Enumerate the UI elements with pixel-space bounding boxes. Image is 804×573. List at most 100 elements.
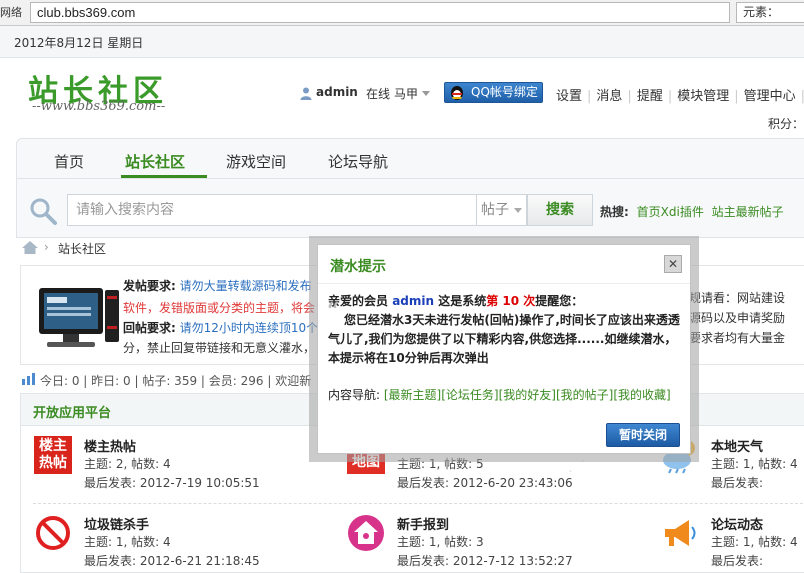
reply-requirement-line: 回帖要求: 请勿12小时内连续顶10个	[123, 319, 318, 337]
app-last-post: 最后发表:	[711, 554, 764, 568]
app-name[interactable]: 本地天气	[711, 436, 763, 455]
site-header: 站长社区 --www.bbs369.com-- admin 在线 马甲 QQ帐号…	[0, 58, 804, 138]
reply-requirement-label: 回帖要求:	[123, 321, 176, 335]
app-name[interactable]: 新手报到	[397, 514, 449, 533]
newbie-house-icon	[348, 515, 384, 551]
app-meta: 主题: 1, 帖数: 4	[711, 457, 798, 471]
online-status: 在线	[366, 87, 391, 101]
app-last-post: 最后发表:	[711, 476, 764, 490]
app-item[interactable]: 论坛动态 主题: 1, 帖数: 4 最后发表:	[661, 514, 804, 573]
app-last-post: 最后发表: 2012-7-19 10:05:51	[84, 476, 260, 490]
dialog-divider	[318, 283, 690, 284]
app-platform-title[interactable]: 开放应用平台	[33, 402, 111, 421]
qq-penguin-icon	[451, 86, 463, 100]
post-requirement-line: 发帖要求: 请勿大量转载源码和发布	[123, 277, 312, 295]
score-label: 积分：	[768, 117, 804, 131]
app-name[interactable]: 楼主热帖	[84, 436, 136, 455]
my-friends-link[interactable]: [我的好友]	[499, 388, 556, 402]
username-link[interactable]: admin	[316, 85, 358, 99]
app-name[interactable]: 论坛动态	[711, 514, 763, 533]
app-item[interactable]: 楼主热帖 楼主热帖 主题: 2, 帖数: 4 最后发表: 2012-7-19 1…	[34, 436, 284, 496]
qq-bind-label: QQ帐号绑定	[471, 85, 538, 99]
post-requirement-red: 软件	[123, 301, 148, 315]
greeting-middle: 这是系统	[434, 294, 487, 308]
browser-toolbar: 网络 club.bbs369.com 元素：	[0, 0, 804, 26]
stats-text: 今日: 0 | 昨日: 0 | 帖子: 359 | 会员: 296 | 欢迎新	[40, 374, 312, 388]
hot-search-label: 热搜:	[600, 205, 629, 219]
app-last-post: 最后发表: 2012-6-21 21:18:45	[84, 554, 260, 568]
quote-mark-icon: “	[326, 298, 340, 328]
address-bar[interactable]: club.bbs369.com	[30, 2, 730, 23]
current-date: 2012年8月12日 星期日	[14, 36, 144, 50]
app-meta: 主题: 1, 帖数: 4	[84, 535, 171, 549]
dialog-greeting: 亲爱的会员 admin 这是系统第 10 次提醒您：	[328, 292, 684, 311]
hot-post-icon: 楼主热帖	[34, 436, 72, 474]
app-name[interactable]: 垃圾链杀手	[84, 514, 149, 533]
post-requirement-red2: ，发错版面或分类的主题，将会	[147, 301, 316, 315]
reminder-count: 第 10 次	[486, 294, 536, 308]
temporary-close-button[interactable]: 暂时关闭	[606, 423, 680, 447]
megaphone-icon	[665, 520, 696, 546]
reminders-link[interactable]: 提醒	[637, 89, 663, 104]
elements-tab-label[interactable]: 元素：	[736, 2, 804, 23]
search-input[interactable]: 请输入搜索内容	[67, 194, 477, 226]
post-requirement-text[interactable]: 请勿大量转载源码和发布	[180, 279, 312, 293]
top-links: 设置|消息|提醒|模块管理|管理中心|自	[556, 89, 804, 104]
date-bar: 2012年8月12日 星期日	[0, 26, 804, 58]
settings-link[interactable]: 设置	[556, 89, 582, 104]
content-nav-label: 内容导航:	[328, 388, 381, 402]
tab-forum-nav[interactable]: 论坛导航	[328, 151, 388, 172]
tab-home[interactable]: 首页	[54, 151, 84, 172]
my-posts-link[interactable]: [我的帖子]	[556, 388, 613, 402]
dialog-message: 您已经潜水3天未进行发帖(回帖)操作了,时间长了应该出来透透气儿了,我们为您提供…	[328, 313, 680, 365]
latest-topics-link[interactable]: [最新主题]	[384, 388, 441, 402]
reply-requirement-line2: 分，禁止回复带链接和无意义灌水，	[123, 341, 316, 355]
search-icon	[30, 198, 57, 225]
reply-requirement-text[interactable]: 请勿12小时内连续顶10个	[180, 321, 319, 335]
home-icon[interactable]	[22, 241, 38, 254]
dialog-title: 潜水提示	[330, 259, 386, 275]
qq-bind-button[interactable]: QQ帐号绑定	[444, 82, 543, 103]
chevron-down-icon	[514, 208, 522, 213]
breadcrumb-current[interactable]: 站长社区	[58, 240, 106, 257]
app-last-post: 最后发表: 2012-6-20 23:43:06	[397, 476, 573, 490]
active-tab-indicator	[121, 175, 207, 178]
search-button[interactable]: 搜索	[527, 194, 593, 226]
app-meta: 主题: 2, 帖数: 4	[84, 457, 171, 471]
logo-url: --www.bbs369.com--	[32, 99, 166, 114]
messages-link[interactable]: 消息	[596, 89, 622, 104]
stats-bar-icon	[22, 373, 35, 385]
dialog-body: 亲爱的会员 admin 这是系统第 10 次提醒您： “ 您已经潜水3天未进行发…	[326, 292, 684, 368]
majia-dropdown[interactable]: 马甲	[394, 85, 418, 102]
hot-searches: 热搜: 首页Xdi插件 站主最新帖子	[600, 203, 784, 220]
hot-post-icon-text: 楼主热帖	[39, 438, 67, 471]
tab-webmaster-community[interactable]: 站长社区	[125, 151, 185, 172]
app-item[interactable]: 新手报到 主题: 1, 帖数: 3 最后发表: 2012-7-12 13:52:…	[347, 514, 597, 573]
hot-search-link[interactable]: 站主最新帖子	[712, 205, 784, 219]
lurk-reminder-dialog: 潜水提示 ✕ 亲爱的会员 admin 这是系统第 10 次提醒您： “ 您已经潜…	[317, 244, 691, 454]
dialog-username[interactable]: admin	[392, 294, 434, 308]
breadcrumb-separator: ›	[44, 240, 49, 254]
app-last-post: 最后发表: 2012-7-12 13:52:27	[397, 554, 573, 568]
row-divider	[33, 503, 804, 504]
computer-image	[39, 288, 119, 347]
module-manage-link[interactable]: 模块管理	[677, 89, 729, 104]
post-requirement-label: 发帖要求:	[123, 279, 176, 293]
hot-search-link[interactable]: 首页Xdi插件	[637, 205, 704, 219]
post-requirement-line2: 软件，发错版面或分类的主题，将会	[123, 299, 315, 317]
my-favorites-link[interactable]: [我的收藏]	[613, 388, 670, 402]
admin-center-link[interactable]: 管理中心	[744, 89, 796, 104]
dialog-content-nav: 内容导航: [最新主题][论坛任务][我的好友][我的帖子][我的收藏]	[328, 386, 671, 403]
app-item[interactable]: 垃圾链杀手 主题: 1, 帖数: 4 最后发表: 2012-6-21 21:18…	[34, 514, 284, 573]
tab-game-space[interactable]: 游戏空间	[226, 151, 286, 172]
user-icon	[300, 87, 312, 100]
main-tabs: 首页 站长社区 游戏空间 论坛导航	[17, 139, 804, 179]
network-tab-label[interactable]: 网络	[0, 0, 28, 25]
chevron-down-icon	[422, 91, 430, 96]
greeting-suffix: 提醒您：	[535, 294, 584, 308]
forum-tasks-link[interactable]: [论坛任务]	[441, 388, 498, 402]
close-icon[interactable]: ✕	[664, 255, 682, 273]
spam-killer-icon	[36, 516, 70, 550]
app-meta: 主题: 1, 帖数: 3	[397, 535, 484, 549]
app-meta: 主题: 1, 帖数: 4	[711, 535, 798, 549]
